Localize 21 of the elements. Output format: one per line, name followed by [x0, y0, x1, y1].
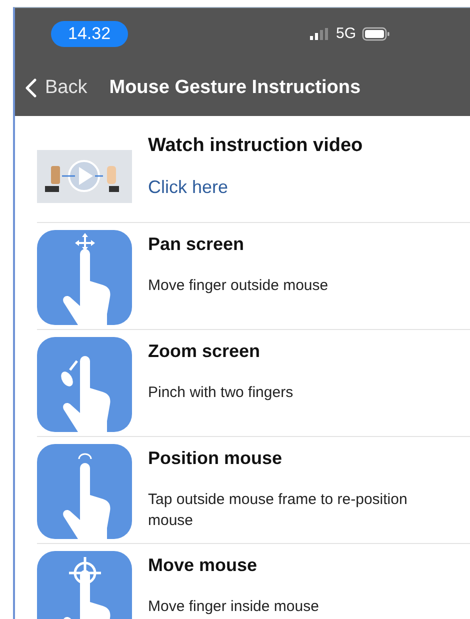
network-label: 5G — [336, 25, 356, 42]
gesture-title: Pan screen — [148, 234, 246, 255]
gesture-description: Move finger outside mouse — [148, 276, 330, 296]
gesture-title: Position mouse — [148, 448, 284, 469]
pinching-hand-icon — [37, 337, 132, 432]
video-thumbnail[interactable] — [37, 150, 132, 202]
pointing-hand-arrows-icon — [37, 230, 132, 325]
battery-icon — [362, 26, 390, 40]
gesture-title: Zoom screen — [148, 341, 262, 362]
gesture-description: Pinch with two fingers — [148, 383, 294, 403]
gesture-description: Move finger inside mouse — [148, 597, 320, 617]
video-link[interactable]: Click here — [148, 176, 363, 198]
video-title: Watch instruction video — [148, 134, 363, 156]
chevron-left-icon — [25, 78, 37, 98]
signal-icon — [310, 28, 330, 40]
gesture-description: Tap outside mouse frame to re-position mouse — [148, 490, 408, 531]
back-button[interactable]: Back — [25, 76, 88, 98]
pointing-hand-tap-icon — [37, 444, 132, 539]
screen-title: Mouse Gesture Instructions — [109, 76, 361, 98]
gesture-title: Move mouse — [148, 555, 258, 576]
status-time: 14.32 — [51, 20, 128, 46]
